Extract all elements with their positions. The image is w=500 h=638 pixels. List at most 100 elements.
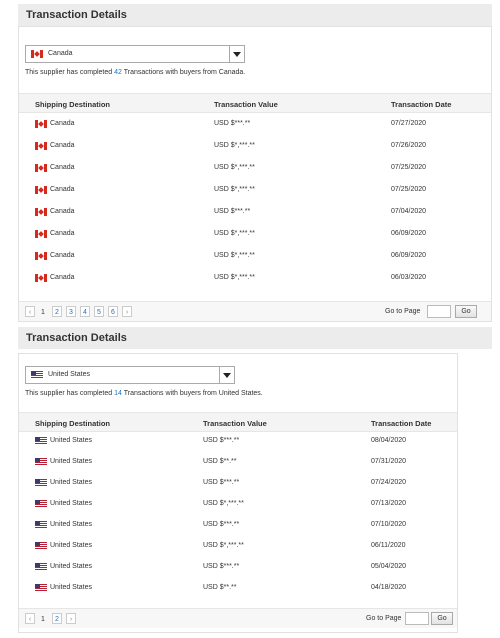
us-flag-icon xyxy=(35,458,47,466)
summary-suffix: Transactions with buyers from Canada. xyxy=(123,69,246,76)
row-date: 07/25/2020 xyxy=(391,164,427,171)
canada-flag-icon xyxy=(35,186,47,194)
canada-flag-icon xyxy=(35,252,47,260)
row-date: 07/10/2020 xyxy=(371,521,407,528)
row-date: 07/04/2020 xyxy=(391,208,427,215)
transaction-summary: This supplier has completed 14 Transacti… xyxy=(25,390,263,397)
next-page-button[interactable]: › xyxy=(122,306,132,317)
row-value: USD $*,***.** xyxy=(214,230,255,237)
page-button-5[interactable]: 5 xyxy=(94,306,104,317)
row-destination: United States xyxy=(50,521,93,528)
row-date: 04/18/2020 xyxy=(371,584,407,591)
row-date: 05/04/2020 xyxy=(371,563,407,570)
us-flag-icon xyxy=(35,500,47,508)
row-value: USD $***.** xyxy=(214,208,251,215)
row-value: USD $***.** xyxy=(214,120,251,127)
table-row: United States USD $***.** 08/04/2020 xyxy=(19,430,457,452)
country-select-canada[interactable]: Canada xyxy=(25,45,245,63)
row-destination: Canada xyxy=(50,230,75,237)
row-value: USD $***.** xyxy=(203,563,240,570)
chevron-down-icon[interactable] xyxy=(219,367,234,383)
us-flag-icon xyxy=(35,563,47,571)
transaction-count: 42 xyxy=(114,69,122,76)
col-shipping-destination: Shipping Destination xyxy=(35,100,110,109)
row-value: USD $***.** xyxy=(203,479,240,486)
row-value: USD $***.** xyxy=(203,521,240,528)
prev-page-button[interactable]: ‹ xyxy=(25,613,35,624)
table-header: Shipping Destination Transaction Value T… xyxy=(19,412,457,432)
row-date: 07/24/2020 xyxy=(371,479,407,486)
row-value: USD $*,***.** xyxy=(214,164,255,171)
table-row: Canada USD $*,***.** 06/09/2020 xyxy=(19,245,491,267)
page-button-6[interactable]: 6 xyxy=(108,306,118,317)
table-row: United States USD $***.** 05/04/2020 xyxy=(19,556,457,578)
page-button-2[interactable]: 2 xyxy=(52,613,62,624)
summary-suffix: Transactions with buyers from United Sta… xyxy=(123,390,263,397)
page-button-2[interactable]: 2 xyxy=(52,306,62,317)
row-date: 07/26/2020 xyxy=(391,142,427,149)
row-date: 07/27/2020 xyxy=(391,120,427,127)
transaction-summary: This supplier has completed 42 Transacti… xyxy=(25,69,245,76)
col-shipping-destination: Shipping Destination xyxy=(35,419,110,428)
us-flag-icon xyxy=(31,371,43,379)
goto-page-label: Go to Page xyxy=(385,308,421,315)
country-select-us[interactable]: United States xyxy=(25,366,235,384)
canada-flag-icon xyxy=(35,120,47,128)
canada-flag-icon xyxy=(35,274,47,282)
row-value: USD $*,***.** xyxy=(214,274,255,281)
us-flag-icon xyxy=(35,437,47,445)
transaction-panel-canada: Canada This supplier has completed 42 Tr… xyxy=(18,26,492,322)
col-transaction-date: Transaction Date xyxy=(371,419,432,428)
table-row: Canada USD $***.** 07/04/2020 xyxy=(19,201,491,223)
row-destination: United States xyxy=(50,584,93,591)
row-value: USD $*,***.** xyxy=(214,142,255,149)
page-button-3[interactable]: 3 xyxy=(66,306,76,317)
go-button[interactable]: Go xyxy=(455,305,477,318)
canada-flag-icon xyxy=(35,164,47,172)
goto-page-input[interactable] xyxy=(405,612,429,625)
table-row: United States USD $*,***.** 06/11/2020 xyxy=(19,535,457,557)
table-row: Canada USD $*,***.** 06/03/2020 xyxy=(19,267,491,289)
row-destination: United States xyxy=(50,563,93,570)
us-flag-icon xyxy=(35,521,47,529)
row-value: USD $*,***.** xyxy=(214,252,255,259)
row-date: 07/25/2020 xyxy=(391,186,427,193)
next-page-button[interactable]: › xyxy=(66,613,76,624)
page-button-1[interactable]: 1 xyxy=(38,613,48,624)
row-date: 07/31/2020 xyxy=(371,458,407,465)
row-destination: United States xyxy=(50,437,93,444)
summary-prefix: This supplier has completed xyxy=(25,69,113,76)
row-destination: United States xyxy=(50,479,93,486)
transaction-panel-us: United States This supplier has complete… xyxy=(18,353,458,633)
row-value: USD $*,***.** xyxy=(214,186,255,193)
pagination: ‹ 1 2 3 4 5 6 › Go to Page Go xyxy=(19,301,491,321)
row-destination: Canada xyxy=(50,164,75,171)
us-flag-icon xyxy=(35,479,47,487)
canada-flag-icon xyxy=(35,208,47,216)
row-destination: Canada xyxy=(50,252,75,259)
go-button[interactable]: Go xyxy=(431,612,453,625)
table-row: Canada USD $***.** 07/27/2020 xyxy=(19,113,491,135)
row-value: USD $*,***.** xyxy=(203,500,244,507)
page-button-1[interactable]: 1 xyxy=(38,306,48,317)
row-destination: Canada xyxy=(50,186,75,193)
page-button-4[interactable]: 4 xyxy=(80,306,90,317)
row-destination: Canada xyxy=(50,274,75,281)
transaction-details-title-canada: Transaction Details xyxy=(18,4,492,26)
table-row: United States USD $**.** 07/31/2020 xyxy=(19,451,457,473)
chevron-down-icon[interactable] xyxy=(229,46,244,62)
col-transaction-value: Transaction Value xyxy=(214,100,278,109)
prev-page-button[interactable]: ‹ xyxy=(25,306,35,317)
pagination: ‹ 1 2 › Go to Page Go xyxy=(19,608,457,628)
goto-page-input[interactable] xyxy=(427,305,451,318)
table-row: Canada USD $*,***.** 07/25/2020 xyxy=(19,157,491,179)
goto-page-label: Go to Page xyxy=(366,615,402,622)
row-date: 07/13/2020 xyxy=(371,500,407,507)
canada-flag-icon xyxy=(35,230,47,238)
row-date: 06/09/2020 xyxy=(391,230,427,237)
table-row: United States USD $***.** 07/10/2020 xyxy=(19,514,457,536)
row-destination: Canada xyxy=(50,142,75,149)
row-destination: United States xyxy=(50,542,93,549)
row-value: USD $*,***.** xyxy=(203,542,244,549)
col-transaction-value: Transaction Value xyxy=(203,419,267,428)
